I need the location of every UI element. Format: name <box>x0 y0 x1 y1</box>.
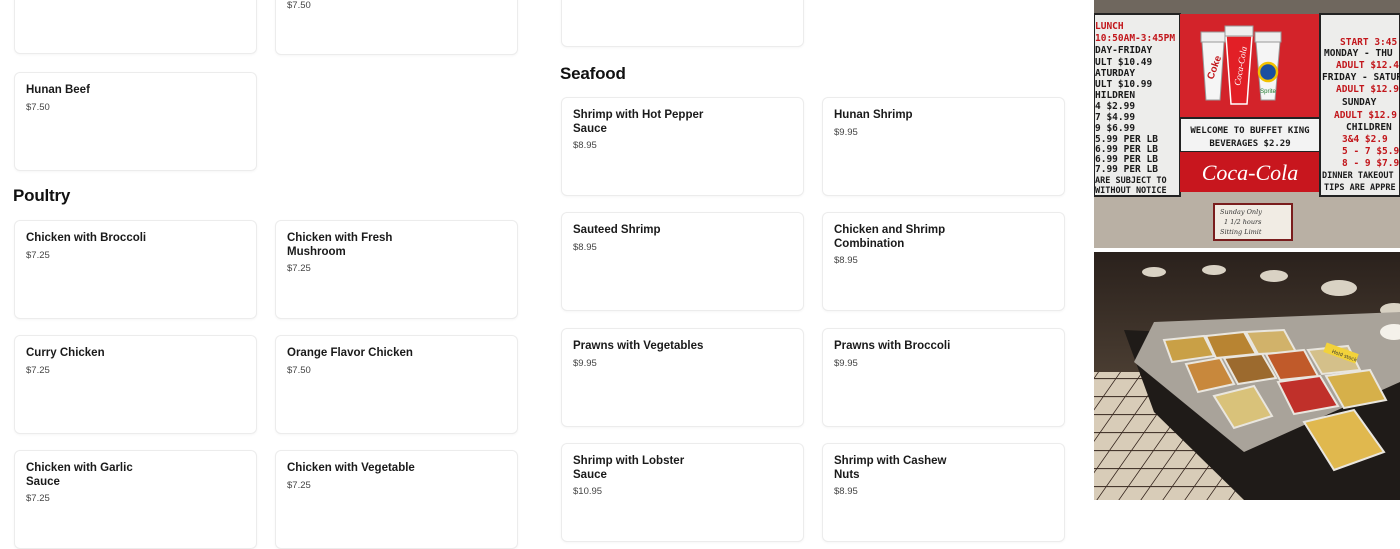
svg-text:Coca-Cola: Coca-Cola <box>1202 160 1299 185</box>
menu-item-card[interactable]: Chicken with Fresh Mushroom $7.25 <box>275 220 518 319</box>
menu-item-card[interactable]: Prawns with Vegetables $9.95 <box>561 328 804 427</box>
menu-item-price: $7.25 <box>26 250 50 261</box>
menu-item-price: $7.25 <box>26 493 50 504</box>
svg-text:CHILDREN: CHILDREN <box>1346 122 1392 133</box>
svg-text:ATURDAY: ATURDAY <box>1095 68 1135 79</box>
svg-text:Sunday Only: Sunday Only <box>1220 208 1262 216</box>
svg-text:SUNDAY: SUNDAY <box>1342 97 1377 108</box>
svg-text:ADULT $12.4: ADULT $12.4 <box>1336 60 1399 71</box>
svg-text:4 $2.99: 4 $2.99 <box>1095 101 1135 112</box>
svg-text:ARE SUBJECT TO: ARE SUBJECT TO <box>1095 176 1167 186</box>
svg-text:HILDREN: HILDREN <box>1095 90 1135 101</box>
svg-text:TIPS ARE APPRE: TIPS ARE APPRE <box>1324 183 1396 193</box>
buffet-photo[interactable]: Hold stock <box>1094 252 1400 500</box>
menu-item-price: $8.95 <box>834 255 858 266</box>
menu-item-price: $9.95 <box>834 358 858 369</box>
menu-item-card[interactable]: Hunan Shrimp $9.95 <box>822 97 1065 196</box>
svg-text:MONDAY - THU: MONDAY - THU <box>1324 48 1393 59</box>
section-title-seafood: Seafood <box>560 64 626 83</box>
menu-item-name: Sauteed Shrimp <box>573 224 661 236</box>
menu-item-name: Hunan Shrimp <box>834 109 913 121</box>
menu-item-name: Shrimp with Cashew Nuts <box>834 455 947 481</box>
menu-item-card[interactable]: $7.50 <box>275 0 518 55</box>
svg-text:ULT $10.99: ULT $10.99 <box>1095 79 1152 90</box>
menu-item-name: Chicken and Shrimp Combination <box>834 224 946 250</box>
svg-text:WELCOME TO BUFFET KING: WELCOME TO BUFFET KING <box>1190 126 1309 136</box>
menu-item-card[interactable] <box>14 0 257 54</box>
menu-item-card[interactable] <box>561 0 804 47</box>
svg-text:7 $4.99: 7 $4.99 <box>1095 112 1135 123</box>
svg-text:BEVERAGES $2.29: BEVERAGES $2.29 <box>1209 139 1290 149</box>
menu-item-price: $7.25 <box>287 263 311 274</box>
svg-text:7.99 PER LB: 7.99 PER LB <box>1095 164 1158 175</box>
svg-text:DINNER TAKEOUT: DINNER TAKEOUT <box>1322 171 1394 181</box>
menu-item-name: Shrimp with Lobster Sauce <box>573 455 685 481</box>
menu-item-name: Orange Flavor Chicken <box>287 347 413 359</box>
menu-item-card[interactable]: Shrimp with Cashew Nuts $8.95 <box>822 443 1065 542</box>
svg-text:9 $6.99: 9 $6.99 <box>1095 123 1135 134</box>
menu-item-name: Hunan Beef <box>26 84 90 96</box>
menu-item-price: $10.95 <box>573 486 603 497</box>
menu-item-price: $7.25 <box>287 480 311 491</box>
menu-item-price: $9.95 <box>573 358 597 369</box>
svg-text:START 3:45: START 3:45 <box>1340 37 1397 48</box>
svg-text:WITHOUT NOTICE: WITHOUT NOTICE <box>1095 186 1167 196</box>
svg-text:FRIDAY - SATUR: FRIDAY - SATUR <box>1322 72 1400 83</box>
svg-text:3&4 $2.9: 3&4 $2.9 <box>1342 134 1388 145</box>
menu-item-card[interactable]: Curry Chicken $7.25 <box>14 335 257 434</box>
menu-item-card[interactable]: Shrimp with Lobster Sauce $10.95 <box>561 443 804 542</box>
menu-item-card[interactable]: Prawns with Broccoli $9.95 <box>822 328 1065 427</box>
menu-item-name: Curry Chicken <box>26 347 105 359</box>
menu-board-photo[interactable]: LUNCH 10:50AM-3:45PM DAY-FRIDAY ULT $10.… <box>1094 0 1400 248</box>
svg-text:DAY-FRIDAY: DAY-FRIDAY <box>1095 45 1152 56</box>
menu-item-price: $7.50 <box>287 365 311 376</box>
menu-item-name: Shrimp with Hot Pepper Sauce <box>573 109 704 135</box>
svg-text:ADULT $12.9: ADULT $12.9 <box>1334 110 1397 121</box>
menu-item-card[interactable]: Orange Flavor Chicken $7.50 <box>275 335 518 434</box>
svg-text:8 - 9 $7.9: 8 - 9 $7.9 <box>1342 158 1399 169</box>
menu-item-name: Prawns with Broccoli <box>834 340 951 352</box>
section-title-poultry: Poultry <box>13 186 71 205</box>
svg-text:Sitting Limit: Sitting Limit <box>1220 228 1262 236</box>
menu-item-card[interactable]: Sauteed Shrimp $8.95 <box>561 212 804 311</box>
menu-item-price: $9.95 <box>834 127 858 138</box>
svg-text:ADULT $12.9: ADULT $12.9 <box>1336 84 1399 95</box>
menu-item-name: Chicken with Fresh Mushroom <box>287 232 393 258</box>
menu-item-name: Chicken with Vegetable <box>287 462 415 474</box>
menu-item-card[interactable]: Shrimp with Hot Pepper Sauce $8.95 <box>561 97 804 196</box>
menu-item-card[interactable]: Chicken with Broccoli $7.25 <box>14 220 257 319</box>
svg-text:Sprite: Sprite <box>1260 89 1276 95</box>
menu-item-price: $8.95 <box>573 242 597 253</box>
menu-item-name: Chicken with Garlic Sauce <box>26 462 133 488</box>
svg-text:5 - 7 $5.9: 5 - 7 $5.9 <box>1342 146 1399 157</box>
svg-text:LUNCH: LUNCH <box>1095 21 1124 32</box>
menu-item-card[interactable]: Chicken and Shrimp Combination $8.95 <box>822 212 1065 311</box>
menu-item-price: $7.50 <box>287 0 311 11</box>
menu-item-price: $8.95 <box>834 486 858 497</box>
menu-item-price: $7.50 <box>26 102 50 113</box>
menu-item-price: $7.25 <box>26 365 50 376</box>
menu-item-name: Prawns with Vegetables <box>573 340 704 352</box>
svg-text:10:50AM-3:45PM: 10:50AM-3:45PM <box>1095 33 1175 44</box>
menu-item-card[interactable]: Hunan Beef $7.50 <box>14 72 257 171</box>
menu-item-price: $8.95 <box>573 140 597 151</box>
menu-item-name: Chicken with Broccoli <box>26 232 147 244</box>
svg-text:ULT $10.49: ULT $10.49 <box>1095 57 1152 68</box>
svg-text:1 1/2 hours: 1 1/2 hours <box>1224 218 1262 226</box>
